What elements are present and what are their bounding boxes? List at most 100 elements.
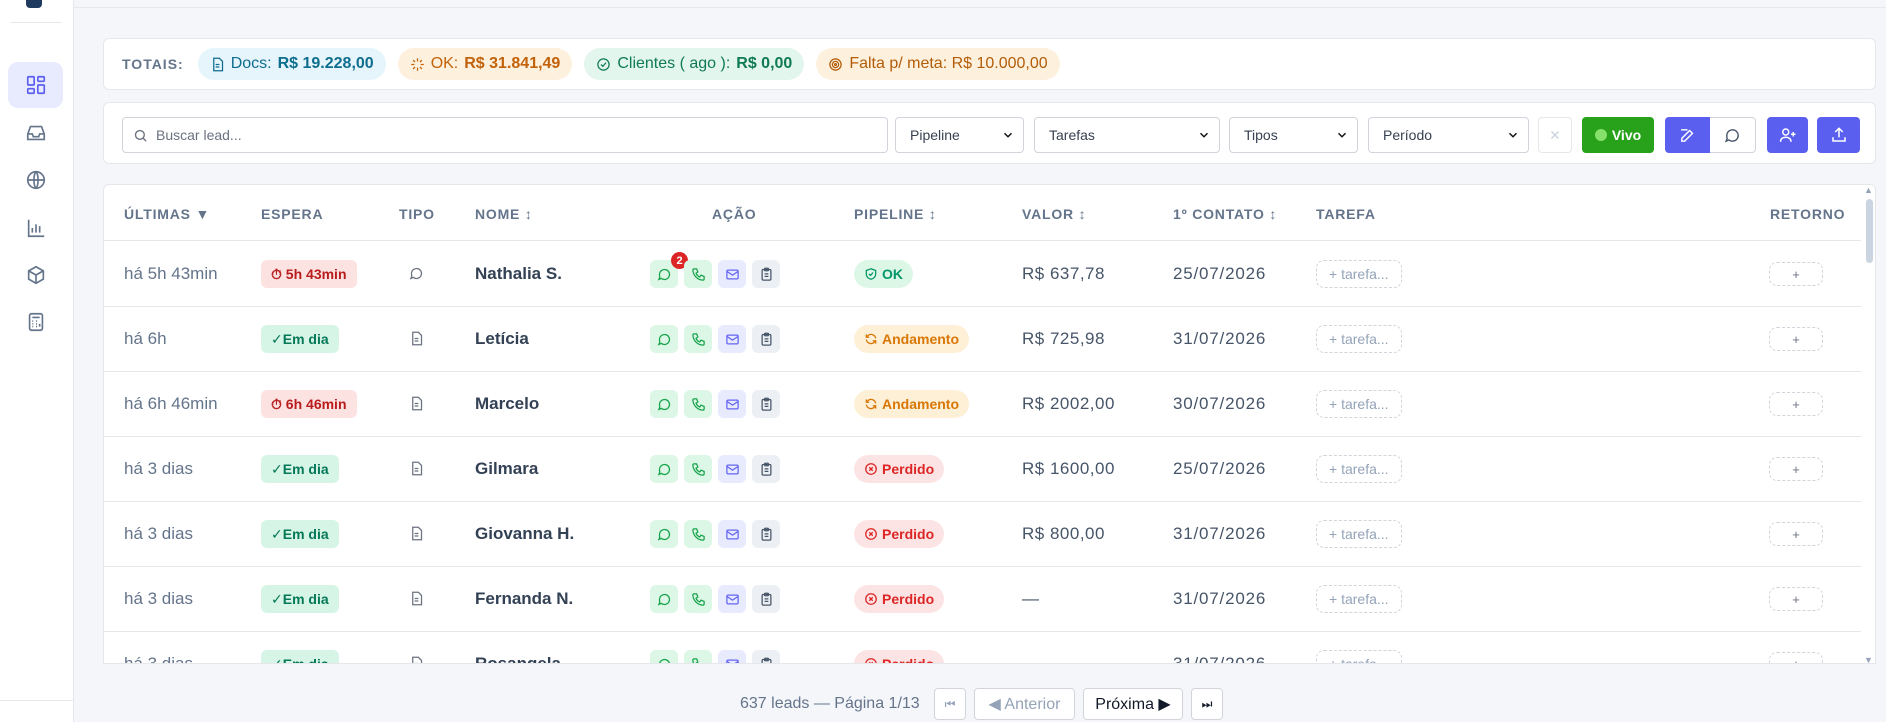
add-lead-button[interactable] [1767,117,1808,153]
sidebar-item-dashboard[interactable] [8,62,63,108]
whatsapp-icon [657,593,670,606]
whatsapp-button[interactable] [650,325,678,353]
table-row[interactable]: há 6h 46min ⏱ 6h 46min Marcelo Andamento… [104,372,1861,437]
col-valor[interactable]: VALOR ↕ [1022,206,1086,222]
call-button[interactable] [684,390,712,418]
whatsapp-button[interactable] [650,390,678,418]
email-button[interactable] [718,455,746,483]
call-button[interactable] [684,520,712,548]
lead-name[interactable]: Marcelo [475,394,539,414]
chat-mode-button[interactable] [1710,117,1756,153]
pipeline-badge[interactable]: Perdido [854,585,945,613]
call-button[interactable] [684,650,712,663]
email-button[interactable] [718,390,746,418]
col-ultimas[interactable]: ÚLTIMAS ▼ [124,206,210,222]
add-task-button[interactable]: + tarefa... [1316,325,1402,353]
notes-button[interactable] [752,260,780,288]
table-row[interactable]: há 3 dias ✓Em dia Gilmara Perdido R$ 160… [104,437,1861,502]
whatsapp-button[interactable] [650,585,678,613]
clear-filters-button[interactable] [1538,117,1572,153]
app-logo[interactable] [26,0,42,8]
whatsapp-button[interactable] [650,520,678,548]
email-button[interactable] [718,650,746,663]
table-row[interactable]: há 3 dias ✓Em dia Rosangela Perdido — 31… [104,632,1861,664]
pipeline-badge[interactable]: Perdido [854,650,945,663]
call-button[interactable] [684,325,712,353]
lead-name[interactable]: Gilmara [475,459,538,479]
search-box[interactable] [122,117,888,153]
add-task-button[interactable]: + tarefa... [1316,650,1402,663]
email-button[interactable] [718,585,746,613]
pipeline-badge[interactable]: Andamento [854,390,969,418]
table-row[interactable]: há 5h 43min ⏱ 5h 43min Nathalia S. 2 OK … [104,242,1861,307]
add-return-button[interactable]: + [1769,457,1823,481]
add-task-button[interactable]: + tarefa... [1316,260,1402,288]
export-button[interactable] [1817,117,1860,153]
last-activity: há 3 dias [124,654,193,664]
add-task-button[interactable]: + tarefa... [1316,520,1402,548]
calculator-icon [28,312,43,332]
periodo-select[interactable]: Período [1368,117,1529,153]
add-task-button[interactable]: + tarefa... [1316,455,1402,483]
notes-button[interactable] [752,325,780,353]
add-return-button[interactable]: + [1769,587,1823,611]
last-activity: há 6h [124,329,167,348]
next-page-button[interactable]: Próxima ▶ [1083,688,1183,720]
email-button[interactable] [718,520,746,548]
sidebar-item-inbox[interactable] [8,110,63,156]
table-row[interactable]: há 3 dias ✓Em dia Giovanna H. Perdido R$… [104,502,1861,567]
last-page-button[interactable]: ⏭ [1191,688,1223,720]
add-return-button[interactable]: + [1769,392,1823,416]
lead-name[interactable]: Nathalia S. [475,264,562,284]
shield-check-icon [865,268,877,280]
table-row[interactable]: há 6h ✓Em dia Letícia Andamento R$ 725,9… [104,307,1861,372]
notes-button[interactable] [752,585,780,613]
table-row[interactable]: há 3 dias ✓Em dia Fernanda N. Perdido — … [104,567,1861,632]
add-task-button[interactable]: + tarefa... [1316,585,1402,613]
call-button[interactable] [684,455,712,483]
lead-name[interactable]: Giovanna H. [475,524,574,544]
notes-button[interactable] [752,390,780,418]
sidebar-item-reports[interactable] [8,205,63,251]
live-toggle-button[interactable]: Vivo [1582,117,1654,153]
email-button[interactable] [718,260,746,288]
prev-page-button[interactable]: ◀ Anterior [974,688,1075,720]
sidebar-item-products[interactable] [8,252,63,298]
call-button[interactable] [684,585,712,613]
add-return-button[interactable]: + [1769,652,1823,663]
notes-button[interactable] [752,650,780,663]
pipeline-select[interactable]: Pipeline [895,117,1024,153]
add-return-button[interactable]: + [1769,327,1823,351]
sidebar-item-globe[interactable] [8,157,63,203]
lead-name[interactable]: Rosangela [475,654,561,663]
whatsapp-icon [657,333,670,346]
whatsapp-button[interactable] [650,455,678,483]
scroll-down-icon[interactable]: ▼ [1864,655,1873,663]
add-return-button[interactable]: + [1769,262,1823,286]
pipeline-badge[interactable]: Perdido [854,455,945,483]
pipeline-badge[interactable]: Andamento [854,325,969,353]
search-input[interactable] [156,127,887,143]
notes-button[interactable] [752,520,780,548]
lead-name[interactable]: Letícia [475,329,529,349]
col-pipeline[interactable]: PIPELINE ↕ [854,206,937,222]
pipeline-badge[interactable]: OK [854,260,913,288]
tipos-select[interactable]: Tipos [1229,117,1358,153]
sidebar-item-calculator[interactable] [8,299,63,345]
col-nome[interactable]: NOME ↕ [475,206,533,222]
scroll-up-icon[interactable]: ▲ [1864,185,1873,195]
lead-name[interactable]: Fernanda N. [475,589,573,609]
pipeline-badge[interactable]: Perdido [854,520,945,548]
call-button[interactable] [684,260,712,288]
email-button[interactable] [718,325,746,353]
tarefas-select[interactable]: Tarefas [1034,117,1220,153]
notes-button[interactable] [752,455,780,483]
edit-mode-button[interactable] [1665,117,1710,153]
whatsapp-button[interactable]: 2 [650,252,688,288]
first-page-button[interactable]: ⏮ [934,688,966,720]
whatsapp-button[interactable] [650,650,678,663]
scrollbar-thumb[interactable] [1866,199,1873,263]
col-contato[interactable]: 1º CONTATO ↕ [1173,206,1277,222]
add-task-button[interactable]: + tarefa... [1316,390,1402,418]
add-return-button[interactable]: + [1769,522,1823,546]
